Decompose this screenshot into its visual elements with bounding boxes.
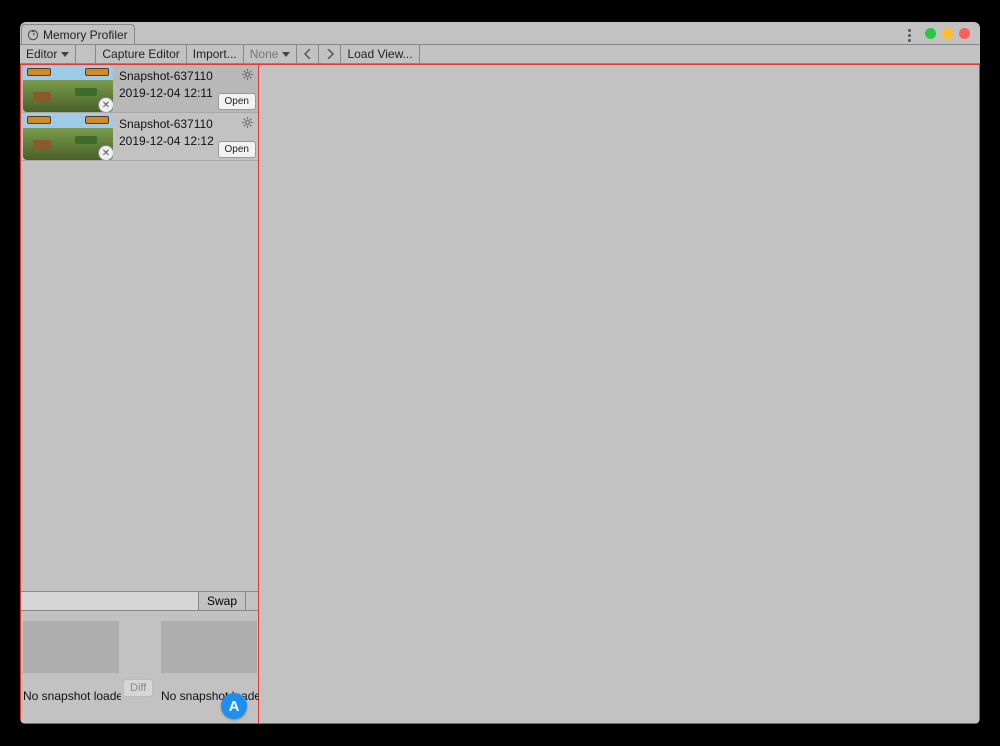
close-button[interactable] <box>959 28 970 39</box>
body: ✕ Snapshot-637110 2019-12-04 12:11 Open <box>20 64 980 724</box>
swap-spacer <box>246 592 258 610</box>
tab-bar: Memory Profiler <box>20 24 135 44</box>
gear-icon[interactable] <box>241 68 254 81</box>
callout-a: A <box>221 693 247 719</box>
snapshot-item[interactable]: ✕ Snapshot-637110 2019-12-04 12:11 Open <box>21 65 258 113</box>
snapshot-meta: Snapshot-637110 2019-12-04 12:12 Open <box>115 113 258 160</box>
snapshot-list: ✕ Snapshot-637110 2019-12-04 12:11 Open <box>21 65 258 161</box>
swap-button[interactable]: Swap <box>198 592 246 610</box>
toolbar: Editor Capture Editor Import... None Loa… <box>20 44 980 64</box>
editor-dropdown[interactable]: Editor <box>20 45 76 63</box>
load-view-button[interactable]: Load View... <box>341 45 419 63</box>
diff-button[interactable]: Diff <box>123 679 153 697</box>
swap-filler <box>21 592 198 610</box>
snapshot-thumbnail: ✕ <box>23 114 113 160</box>
gear-icon[interactable] <box>241 116 254 129</box>
memory-profiler-window: Memory Profiler Editor Capture Editor Im… <box>20 22 980 724</box>
window-controls <box>925 28 970 39</box>
diff-slot-left[interactable] <box>23 621 119 673</box>
main-view-panel <box>259 65 979 723</box>
capture-editor-button[interactable]: Capture Editor <box>96 45 186 63</box>
diff-slot-right[interactable] <box>161 621 257 673</box>
chevron-right-icon <box>326 49 334 59</box>
snapshot-close-button[interactable]: ✕ <box>98 145 113 160</box>
tab-memory-profiler[interactable]: Memory Profiler <box>21 24 135 44</box>
nav-prev-button[interactable] <box>297 45 319 63</box>
snapshot-item[interactable]: ✕ Snapshot-637110 2019-12-04 12:12 Open <box>21 113 258 161</box>
snapshot-close-button[interactable]: ✕ <box>98 97 113 112</box>
swap-bar: Swap <box>21 591 258 611</box>
window-menu-icon[interactable] <box>908 29 912 42</box>
nav-next-button[interactable] <box>319 45 341 63</box>
import-button[interactable]: Import... <box>187 45 244 63</box>
snapshot-name: Snapshot-637110 <box>119 69 254 83</box>
profiler-icon <box>26 28 40 42</box>
minimize-button[interactable] <box>925 28 936 39</box>
snapshot-dropdown[interactable]: None <box>244 45 298 63</box>
maximize-button[interactable] <box>942 28 953 39</box>
snapshot-open-button[interactable]: Open <box>218 93 256 110</box>
tab-label: Memory Profiler <box>43 28 128 42</box>
workbench-panel: ✕ Snapshot-637110 2019-12-04 12:11 Open <box>21 65 259 723</box>
snapshot-name: Snapshot-637110 <box>119 117 254 131</box>
snapshot-thumbnail: ✕ <box>23 66 113 112</box>
chevron-left-icon <box>304 49 312 59</box>
toolbar-spacer <box>76 45 96 63</box>
diff-label-left: No snapshot loaded <box>23 689 121 703</box>
snapshot-open-button[interactable]: Open <box>218 141 256 158</box>
snapshot-meta: Snapshot-637110 2019-12-04 12:11 Open <box>115 65 258 112</box>
